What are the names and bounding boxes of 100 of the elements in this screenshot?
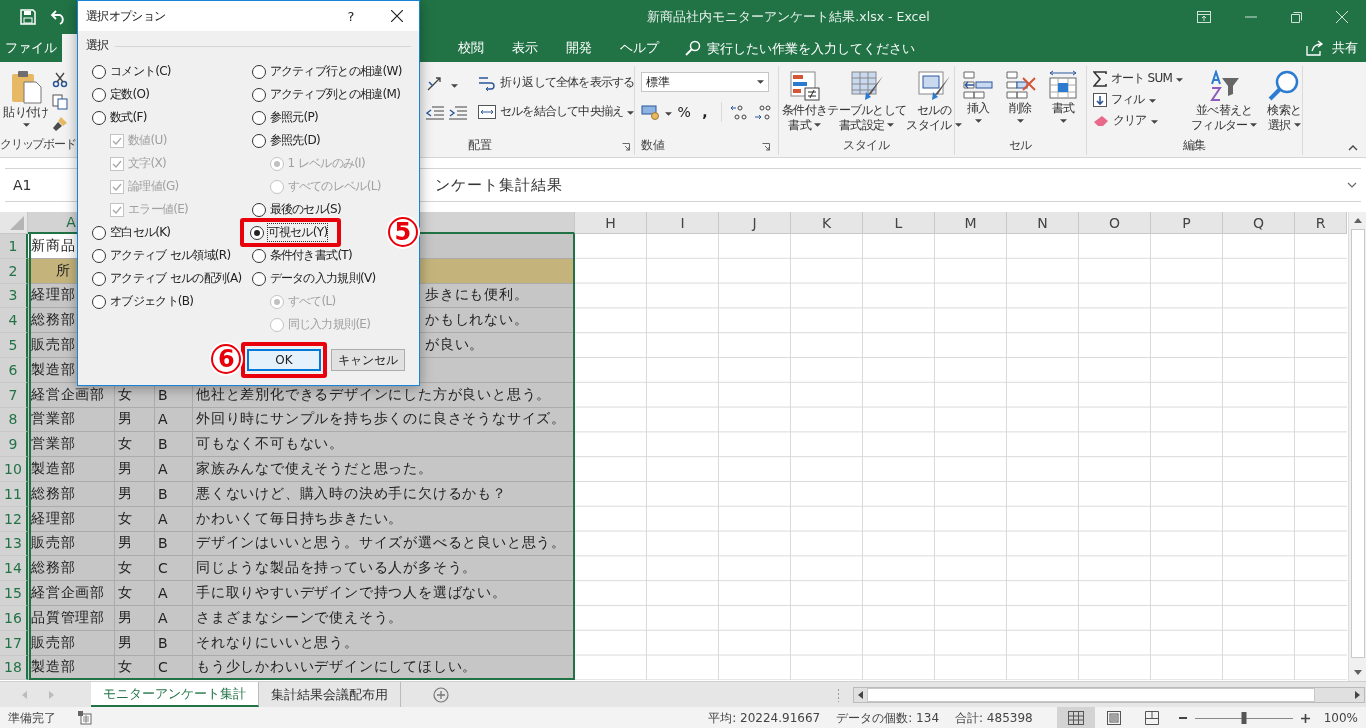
name-box[interactable]: A1 <box>5 177 73 193</box>
group-label: セル <box>1007 138 1034 154</box>
column-header[interactable]: Q <box>1223 212 1295 234</box>
style-button[interactable]: テーブルとして 書式設定 <box>827 66 907 132</box>
option-label[interactable]: 最後のセル(S) <box>269 201 341 218</box>
wrap-text-button[interactable]: 折り返して全体を表示する <box>478 74 635 91</box>
table-cell: かわいくて毎日持ち歩きたい。 <box>193 506 575 532</box>
table-cell: A <box>155 581 193 606</box>
table-cell: 可もなく不可もない。 <box>193 432 575 458</box>
cells-button[interactable]: 削除 <box>1000 66 1041 123</box>
step-number: 6 <box>211 344 241 374</box>
clear-button[interactable]: クリア <box>1093 112 1183 129</box>
row-header[interactable]: 1 <box>0 234 28 259</box>
table-cell-text: 所 <box>55 260 72 280</box>
row-header[interactable]: 8 <box>0 407 28 433</box>
find-select-button[interactable]: 検索と 選択 <box>1265 66 1304 132</box>
percent-button[interactable]: % <box>676 104 693 120</box>
table-cell: 総務部 <box>28 481 115 507</box>
zoom-level[interactable]: 100% <box>1323 711 1358 725</box>
row-header[interactable]: 4 <box>0 308 28 334</box>
row-header[interactable]: 7 <box>0 382 28 408</box>
ribbon-tab[interactable]: 表示 <box>500 34 550 62</box>
row-header[interactable]: 9 <box>0 432 28 458</box>
style-button[interactable]: 条件付き 書式 <box>782 66 828 132</box>
row-header[interactable]: 18 <box>0 655 28 681</box>
sort-filter-button[interactable]: 並べ替えと フィルター <box>1188 66 1260 132</box>
table-cell: 女 <box>115 581 155 606</box>
sheet-tab[interactable]: モニターアンケート集計 <box>91 682 259 707</box>
ribbon-tab[interactable]: 開発 <box>554 34 604 62</box>
column-header[interactable]: I <box>647 212 719 234</box>
column-header[interactable]: L <box>863 212 935 234</box>
table-cell: 男 <box>115 605 155 631</box>
table-cell: B <box>155 481 193 507</box>
option-label[interactable]: 参照先(D) <box>269 132 320 149</box>
option-label[interactable]: アクティブ行との相違(W) <box>269 63 402 80</box>
number-format-dropdown[interactable]: 標準 <box>641 72 769 92</box>
option-label[interactable]: 定数(O) <box>110 86 150 103</box>
ribbon-tab[interactable]: ファイル <box>0 34 62 62</box>
table-cell: 男 <box>115 481 155 507</box>
group-label: 配置 <box>468 138 492 154</box>
option-label[interactable]: 可視セル(Y) <box>267 224 328 241</box>
option-label[interactable]: 条件付き書式(T) <box>269 247 352 264</box>
autosum-button[interactable]: オート SUM <box>1093 70 1183 87</box>
table-cell: 女 <box>115 556 155 582</box>
paste-button[interactable]: 貼り付け <box>0 66 52 132</box>
group-label: スタイル <box>842 138 891 154</box>
table-cell: それなりにいいと思う。 <box>193 630 575 656</box>
table-cell: 経営企画部 <box>28 581 115 606</box>
row-header[interactable]: 2 <box>0 258 28 284</box>
column-header[interactable]: R <box>1295 212 1347 234</box>
cancel-button[interactable]: キャンセル <box>331 349 405 371</box>
row-header[interactable]: 17 <box>0 630 28 656</box>
table-cell: A <box>155 407 193 433</box>
ribbon-tab[interactable]: 校閲 <box>446 34 496 62</box>
formula-field[interactable]: ンケート集計結果 <box>425 169 1347 201</box>
option-label[interactable]: コメント(C) <box>110 63 171 80</box>
row-header[interactable]: 16 <box>0 605 28 631</box>
table-cell: A <box>155 506 193 532</box>
share-button[interactable]: 共有 <box>1332 39 1358 57</box>
ok-button[interactable]: OK <box>247 349 321 371</box>
option-label[interactable]: アクティブ列との相違(M) <box>269 86 401 103</box>
row-header[interactable]: 15 <box>0 581 28 606</box>
table-cell: 女 <box>115 432 155 458</box>
column-header[interactable]: J <box>719 212 791 234</box>
merge-center-button[interactable]: セルを結合して中央揃え <box>478 103 635 120</box>
table-cell: さまざまなシーンで使えそう。 <box>193 605 575 631</box>
row-header[interactable]: 12 <box>0 506 28 532</box>
table-cell: 販売部 <box>28 630 115 656</box>
option-label[interactable]: 参照元(P) <box>269 109 318 126</box>
table-cell: 品質管理部 <box>28 605 115 631</box>
row-header[interactable]: 13 <box>0 531 28 557</box>
row-header[interactable]: 11 <box>0 481 28 507</box>
column-header[interactable]: P <box>1151 212 1223 234</box>
column-header[interactable]: H <box>575 212 647 234</box>
tell-me-field[interactable]: 実行したい作業を入力してください <box>707 40 967 56</box>
row-header[interactable]: 5 <box>0 333 28 358</box>
status-stat: 平均: 20224.91667 <box>708 709 821 727</box>
table-cell: 男 <box>115 457 155 482</box>
column-header[interactable]: K <box>791 212 863 234</box>
table-cell: B <box>155 630 193 656</box>
cells-button[interactable]: 書式 <box>1043 66 1083 123</box>
row-header[interactable]: 14 <box>0 556 28 582</box>
fill-button[interactable]: フィル <box>1093 91 1183 108</box>
table-cell: 営業部 <box>28 407 115 433</box>
row-header[interactable]: 6 <box>0 358 28 383</box>
comma-button[interactable]: , <box>696 104 714 120</box>
table-cell: 悪くないけど、購入時の決め手に欠けるかも？ <box>193 481 575 507</box>
help-button[interactable]: ? <box>341 8 361 24</box>
option-label[interactable]: 数式(F) <box>110 109 147 126</box>
column-header[interactable]: N <box>1007 212 1079 234</box>
table-cell: デザインはいいと思う。サイズが選べると良いと思う。 <box>193 531 575 557</box>
table-cell: 同じような製品を持っている人が多そう。 <box>193 556 575 582</box>
column-header[interactable]: O <box>1079 212 1151 234</box>
column-header[interactable]: M <box>935 212 1007 234</box>
row-header[interactable]: 10 <box>0 457 28 482</box>
ribbon-tab[interactable]: ヘルプ <box>608 34 671 62</box>
table-cell: A <box>155 457 193 482</box>
table-cell: 販売部 <box>28 531 115 557</box>
row-header[interactable]: 3 <box>0 283 28 309</box>
table-cell: 製造部 <box>28 457 115 482</box>
